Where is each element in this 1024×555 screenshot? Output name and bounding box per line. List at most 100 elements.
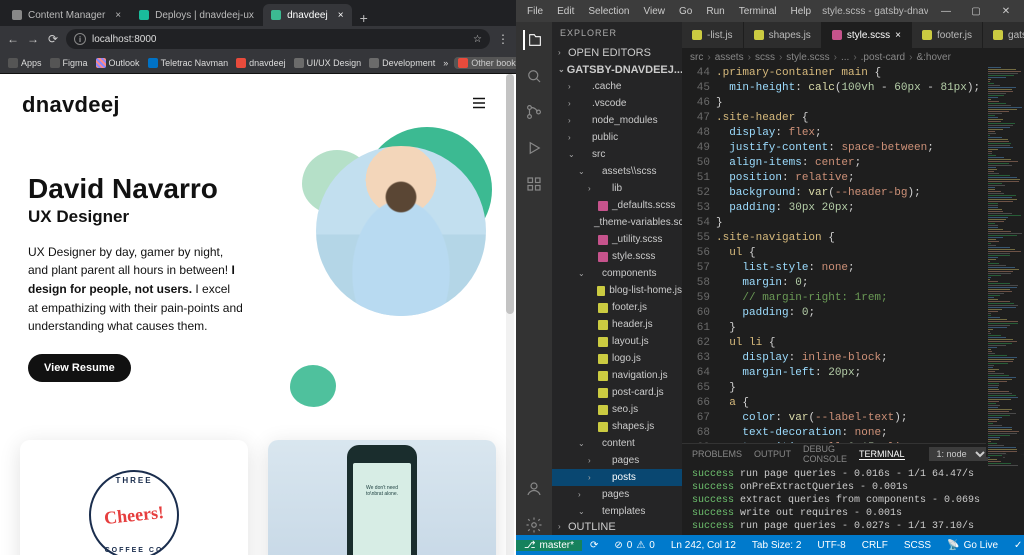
code-content[interactable]: .primary-container main { min-height: ca… [716,66,1024,443]
tree-folder[interactable]: ›.vscode [552,95,682,112]
status-cursor[interactable]: Ln 242, Col 12 [663,540,744,551]
bookmark-item[interactable]: dnavdeej [234,58,288,68]
status-tabsize[interactable]: Tab Size: 2 [744,540,809,551]
breadcrumb[interactable]: src›assets›scss›style.scss›...›.post-car… [682,48,1024,66]
tree-folder[interactable]: ›public [552,129,682,146]
tree-file[interactable]: _utility.scss [552,231,682,248]
status-golive[interactable]: 📡 Go Live [939,540,1006,551]
window-close-icon[interactable]: ✕ [992,2,1020,20]
bookmark-star-icon[interactable]: ☆ [473,34,482,45]
breadcrumb-item[interactable]: .post-card [861,52,905,63]
close-tab-icon[interactable]: × [115,10,121,21]
tree-folder[interactable]: ›pages [552,486,682,503]
menu-item[interactable]: Terminal [734,4,782,19]
extensions-icon[interactable]: ⋮ [496,32,510,46]
nav-forward-icon[interactable]: → [26,32,40,46]
tree-file[interactable]: _defaults.scss [552,197,682,214]
status-problems[interactable]: ⊘ 0 ⚠ 0 [606,540,662,551]
breadcrumb-item[interactable]: assets [715,52,744,63]
nav-back-icon[interactable]: ← [6,32,20,46]
editor-tab[interactable]: shapes.js [744,22,822,48]
new-tab-button[interactable]: + [354,10,374,26]
terminal-select[interactable]: 1: node [929,447,988,461]
breadcrumb-item[interactable]: style.scss [786,52,829,63]
tree-folder[interactable]: ⌄content [552,435,682,452]
terminal-output[interactable]: success run page queries - 0.016s - 1/1 … [682,464,1024,535]
run-debug-icon[interactable] [524,138,544,158]
settings-gear-icon[interactable] [524,515,544,535]
tree-file[interactable]: footer.js [552,299,682,316]
browser-tab[interactable]: Content Manager× [4,4,129,26]
tree-folder[interactable]: ›lib [552,180,682,197]
status-eol[interactable]: CRLF [854,540,896,551]
status-language[interactable]: SCSS [896,540,939,551]
status-prettier[interactable]: ✓ [1006,540,1024,551]
window-maximize-icon[interactable]: ▢ [962,2,990,20]
panel-tab[interactable]: PROBLEMS [692,449,742,459]
menu-item[interactable]: File [522,4,548,19]
code-editor[interactable]: 44 45 46 47 48 49 50 51 52 53 54 55 56 5… [682,66,1024,443]
tree-file[interactable]: layout.js [552,333,682,350]
breadcrumb-item[interactable]: scss [755,52,775,63]
tree-folder[interactable]: ⌄assets\\scss [552,163,682,180]
explorer-icon[interactable] [523,30,543,50]
tree-folder[interactable]: ›node_modules [552,112,682,129]
status-branch[interactable]: ⎇ master* [516,540,582,551]
tree-folder[interactable]: ›.cache [552,78,682,95]
nav-reload-icon[interactable]: ⟳ [46,32,60,46]
work-card[interactable]: We don't need to\nbrat alone. [268,440,496,555]
browser-tab[interactable]: Deploys | dnavdeej-ux× [131,4,261,26]
tree-file[interactable]: blog-list-home.js [552,282,682,299]
panel-tab[interactable]: DEBUG CONSOLE [803,444,847,464]
open-editors-section[interactable]: ›OPEN EDITORS [552,44,682,61]
extensions-panel-icon[interactable] [524,174,544,194]
status-encoding[interactable]: UTF-8 [809,540,853,551]
breadcrumb-item[interactable]: ... [841,52,849,63]
tree-file[interactable]: _theme-variables.scss [552,214,682,231]
close-tab-icon[interactable]: × [895,30,901,41]
tree-folder[interactable]: ›posts [552,469,682,486]
tree-file[interactable]: post-card.js [552,384,682,401]
account-icon[interactable] [524,479,544,499]
menu-item[interactable]: Run [701,4,729,19]
bookmark-item[interactable]: Development [367,58,437,68]
address-bar[interactable]: i localhost:8000 ☆ [66,29,490,49]
tree-file[interactable]: shapes.js [552,418,682,435]
bookmark-item[interactable]: Teletrac Navman [146,58,231,68]
source-control-icon[interactable] [524,102,544,122]
minimap[interactable] [986,66,1024,457]
close-tab-icon[interactable]: × [338,10,344,21]
browser-tab[interactable]: dnavdeej× [263,4,351,26]
editor-tab[interactable]: style.scss× [822,22,912,48]
page-scrollbar[interactable] [506,74,514,555]
tree-folder[interactable]: ›pages [552,452,682,469]
menu-item[interactable]: Selection [583,4,634,19]
tree-folder[interactable]: ⌄templates [552,503,682,518]
view-resume-button[interactable]: View Resume [28,354,131,382]
outline-section[interactable]: ›OUTLINE [552,518,682,535]
site-info-icon[interactable]: i [74,33,86,45]
bookmarks-overflow-icon[interactable]: » [441,58,450,68]
search-icon[interactable] [524,66,544,86]
breadcrumb-item[interactable]: &:hover [916,52,950,63]
project-root[interactable]: ⌄GATSBY-DNAVDEEJ...📄 [552,61,682,78]
tree-file[interactable]: seo.js [552,401,682,418]
tree-folder[interactable]: ⌄components [552,265,682,282]
tree-file[interactable]: navigation.js [552,367,682,384]
menu-item[interactable]: View [639,4,671,19]
tree-file[interactable]: logo.js [552,350,682,367]
menu-item[interactable]: Edit [552,4,579,19]
bookmark-item[interactable]: UI/UX Design [292,58,364,68]
tree-file[interactable]: header.js [552,316,682,333]
work-card[interactable]: THREE Cheers! COFFEE CO [20,440,248,555]
tree-file[interactable]: style.scss [552,248,682,265]
menu-item[interactable]: Go [674,4,697,19]
scroll-thumb[interactable] [506,74,514,314]
tree-folder[interactable]: ⌄src [552,146,682,163]
editor-tab[interactable]: -list.js [682,22,744,48]
bookmark-item[interactable]: Outlook [94,58,142,68]
breadcrumb-item[interactable]: src [690,52,703,63]
editor-tab[interactable]: gatsby-config.js [983,22,1024,48]
bookmark-apps[interactable]: Apps [6,58,44,68]
menu-item[interactable]: Help [786,4,817,19]
